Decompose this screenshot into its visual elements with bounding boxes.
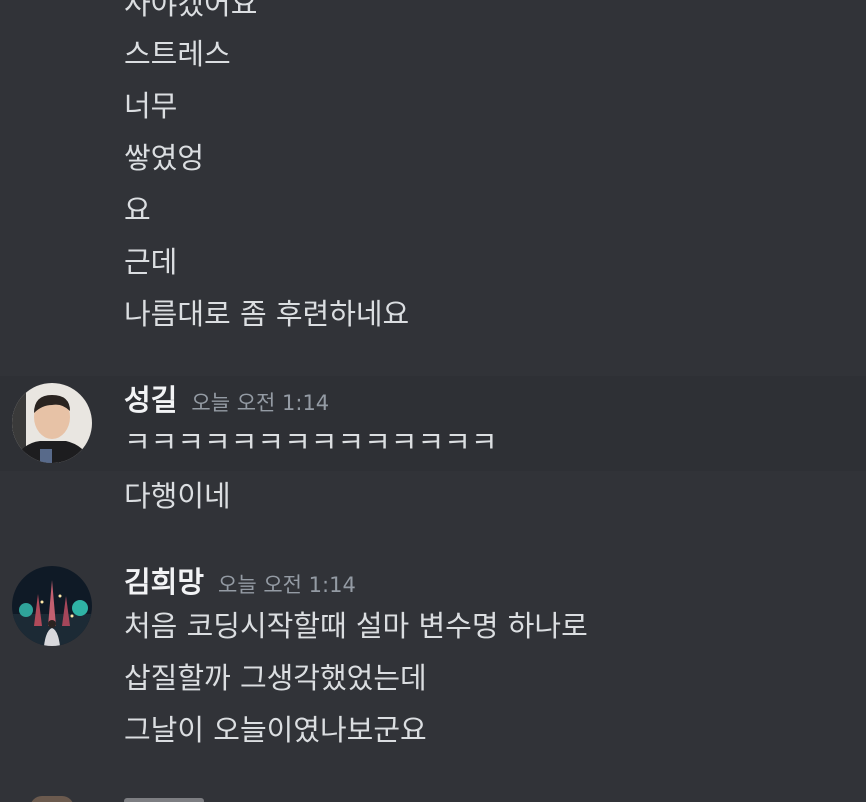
username[interactable]: 성길 <box>124 383 177 417</box>
user-avatar[interactable] <box>30 796 74 802</box>
message-line[interactable]: 다행이네 <box>124 478 231 514</box>
message-line[interactable]: 요 <box>124 192 151 228</box>
message-line[interactable]: 근데 <box>124 244 177 280</box>
message-line[interactable]: 사야겠어요 <box>124 0 257 22</box>
message-line[interactable]: 스트레스 <box>124 36 231 72</box>
user-avatar[interactable] <box>12 566 92 646</box>
user-avatar[interactable] <box>12 383 92 463</box>
user-avatar-photo-icon <box>12 566 92 646</box>
message-line[interactable]: 쌓였엉 <box>124 140 204 176</box>
timestamp[interactable]: 오늘 오전 1:14 <box>191 391 329 415</box>
message-line[interactable]: 처음 코딩시작할때 설마 변수명 하나로 <box>124 608 588 644</box>
username-partial <box>124 798 204 802</box>
timestamp[interactable]: 오늘 오전 1:14 <box>218 573 356 597</box>
chat-message-list: 사야겠어요 스트레스 너무 쌓였엉 요 근데 나름대로 좀 후련하네요 성길오늘… <box>0 0 866 802</box>
username[interactable]: 김희망 <box>124 565 204 599</box>
user-avatar-photo-icon <box>12 383 92 463</box>
message-line[interactable]: ㅋㅋㅋㅋㅋㅋㅋㅋㅋㅋㅋㅋㅋㅋ <box>124 424 498 460</box>
message-header: 김희망 오늘 오전 1:14 <box>124 564 356 603</box>
message-line[interactable]: 너무 <box>124 88 177 124</box>
message-line[interactable]: 삽질할까 그생각했었는데 <box>124 660 427 696</box>
message-line[interactable]: 나름대로 좀 후련하네요 <box>124 296 409 332</box>
message-header: 성길 오늘 오전 1:14 <box>124 382 329 421</box>
message-line[interactable]: 그날이 오늘이였나보군요 <box>124 712 427 748</box>
